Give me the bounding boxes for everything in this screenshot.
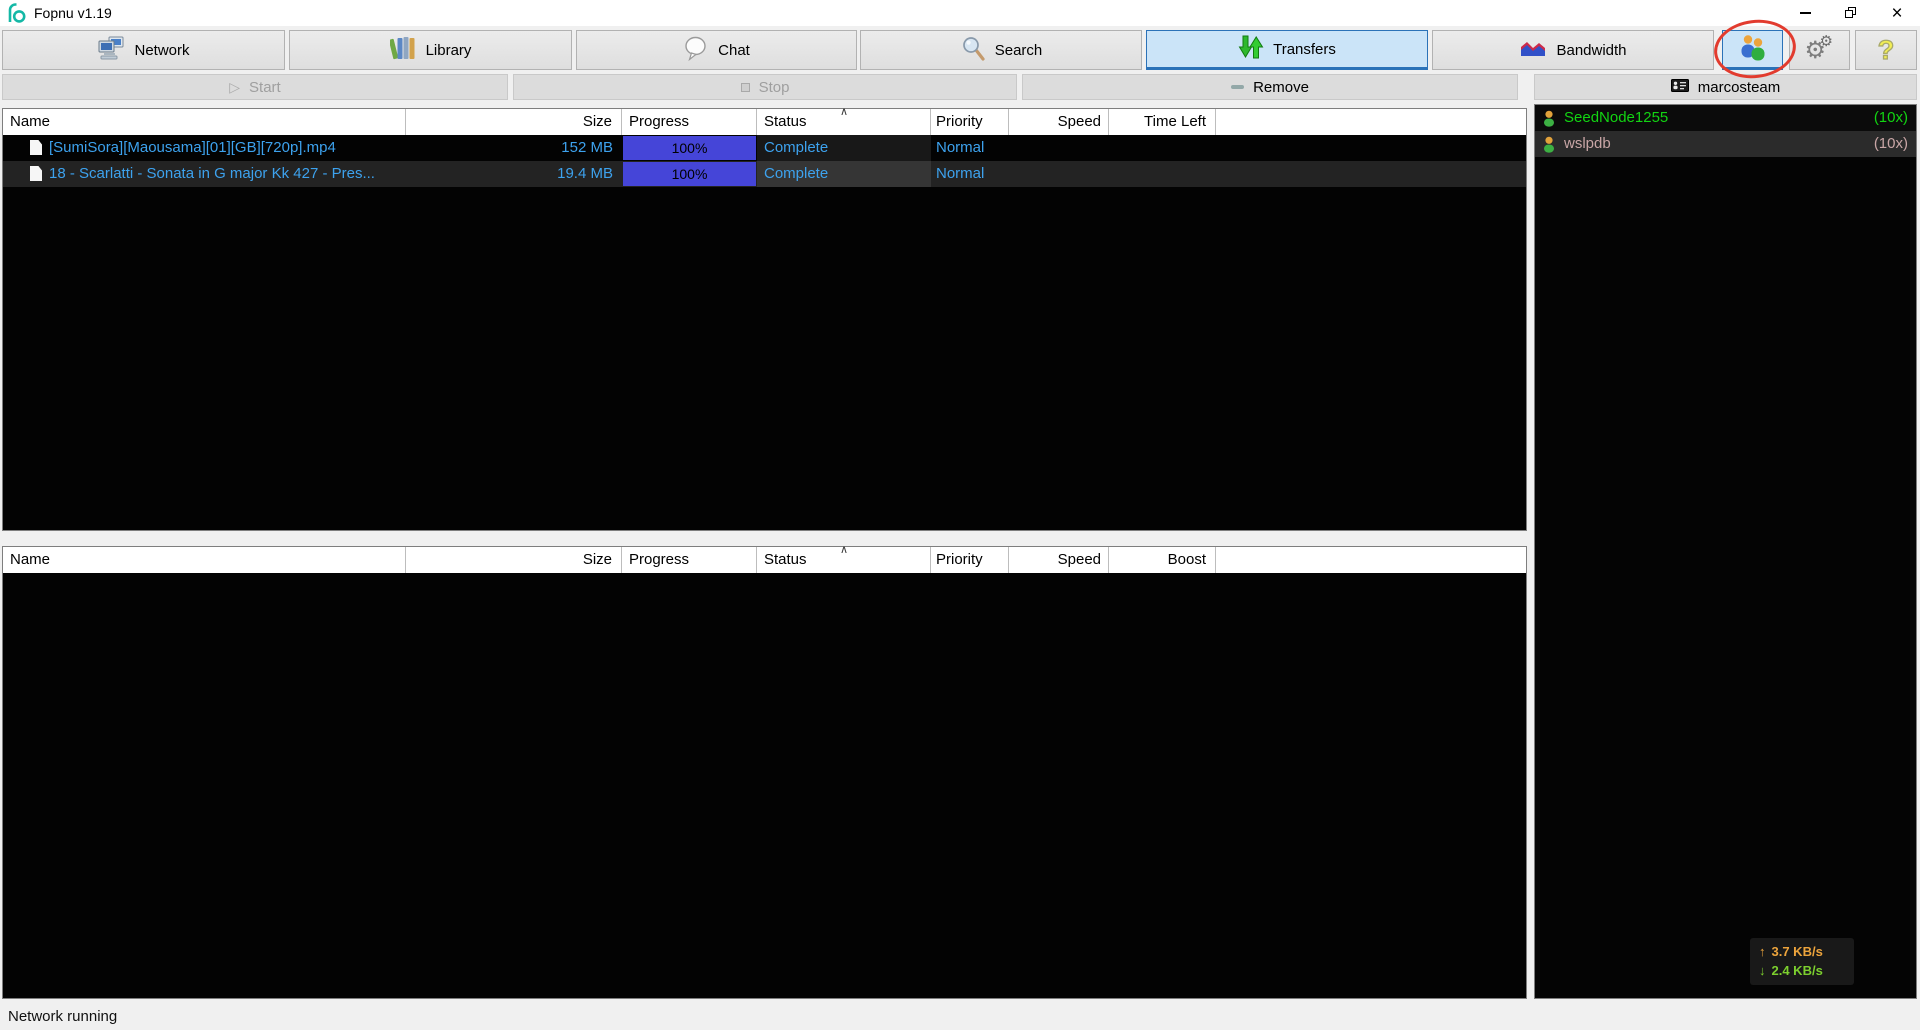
download-status: Complete [757, 161, 931, 187]
download-status: Complete [757, 135, 931, 161]
column-header-progress[interactable]: Progress [622, 109, 757, 135]
column-header-size[interactable]: Size [406, 547, 622, 573]
status-bar: Network running [0, 1004, 1920, 1030]
title-bar: Fopnu v1.19 × [0, 0, 1920, 26]
column-header-name[interactable]: Name [3, 547, 406, 573]
stop-icon [741, 83, 750, 92]
tab-chat[interactable]: Chat [576, 30, 857, 70]
peer-name: SeedNode1255 [1564, 105, 1668, 131]
upload-speed: 3.7 KB/s [1772, 942, 1823, 961]
peer-row[interactable]: wslpdb (10x) [1535, 131, 1916, 157]
download-arrow-icon: ↓ [1759, 961, 1766, 980]
column-header-speed[interactable]: Speed [1009, 547, 1109, 573]
peer-count: (10x) [1874, 131, 1908, 157]
minimize-button[interactable] [1782, 0, 1828, 26]
column-header-size[interactable]: Size [406, 109, 622, 135]
peer-count: (10x) [1874, 105, 1908, 131]
stop-button[interactable]: Stop [513, 74, 1017, 100]
tab-search[interactable]: Search [860, 30, 1142, 70]
app-logo-icon [6, 3, 26, 23]
help-button[interactable]: ? [1855, 30, 1917, 70]
settings-button[interactable]: ⚙ ⚙ [1789, 30, 1850, 70]
transfers-arrows-icon [1238, 34, 1264, 64]
tab-library[interactable]: Library [289, 30, 572, 70]
downloads-panel: Name Size Progress Status Priority Speed… [2, 108, 1527, 531]
column-header-name[interactable]: Name [3, 109, 406, 135]
download-row[interactable]: [SumiSora][Maousama][01][GB][720p].mp4 1… [3, 135, 1526, 161]
person-icon [1542, 136, 1556, 162]
tab-transfers[interactable]: Transfers [1146, 30, 1428, 70]
sort-indicator-icon: ∧ [757, 545, 931, 556]
column-header-priority[interactable]: Priority [931, 109, 1009, 135]
identity-button[interactable]: marcosteam [1534, 74, 1917, 100]
window-title: Fopnu v1.19 [34, 5, 112, 21]
restore-icon [1845, 7, 1857, 19]
remove-icon [1231, 85, 1244, 89]
status-text: Network running [8, 1008, 117, 1025]
progress-bar: 100% [623, 162, 756, 186]
users-icon [1738, 33, 1768, 65]
download-priority: Normal [931, 135, 1009, 161]
file-icon [30, 166, 42, 181]
tab-label: Chat [718, 42, 750, 59]
download-speed: 2.4 KB/s [1772, 961, 1823, 980]
sort-indicator-icon: ∧ [757, 107, 931, 118]
tab-label: Bandwidth [1556, 42, 1626, 59]
chat-bubble-icon [683, 36, 709, 65]
upload-arrow-icon: ↑ [1759, 942, 1766, 961]
tab-label: Search [995, 42, 1043, 59]
peer-row[interactable]: SeedNode1255 (10x) [1535, 105, 1916, 131]
uploads-header: Name Size Progress Status Priority Speed… [3, 547, 1526, 573]
tab-label: Network [134, 42, 189, 59]
app-window: Fopnu v1.19 × Network [0, 0, 1920, 1030]
close-icon: × [1891, 4, 1902, 23]
column-header-speed[interactable]: Speed [1009, 109, 1109, 135]
speed-overlay: ↑ 3.7 KB/s ↓ 2.4 KB/s [1750, 938, 1854, 985]
minimize-icon [1800, 12, 1811, 14]
uploads-panel: Name Size Progress Status Priority Speed… [2, 546, 1527, 999]
file-icon [30, 140, 42, 155]
start-icon: ▷ [229, 80, 240, 94]
tab-network[interactable]: Network [2, 30, 285, 70]
library-icon [390, 35, 417, 65]
column-header-time-left[interactable]: Time Left [1109, 109, 1216, 135]
download-row[interactable]: 18 - Scarlatti - Sonata in G major Kk 42… [3, 161, 1526, 187]
gear-icon: ⚙ ⚙ [1805, 35, 1835, 65]
start-button[interactable]: ▷ Start [2, 74, 508, 100]
progress-bar: 100% [623, 136, 756, 160]
download-size: 152 MB [406, 135, 622, 161]
bandwidth-graph-icon [1519, 38, 1547, 62]
close-button[interactable]: × [1874, 0, 1920, 26]
restore-button[interactable] [1828, 0, 1874, 26]
remove-button[interactable]: Remove [1022, 74, 1518, 100]
peer-name: wslpdb [1564, 131, 1611, 157]
download-size: 19.4 MB [406, 161, 622, 187]
users-button[interactable] [1722, 30, 1783, 70]
network-icon [97, 35, 125, 65]
tab-label: Library [426, 42, 472, 59]
column-header-priority[interactable]: Priority [931, 547, 1009, 573]
contact-card-icon [1671, 79, 1689, 96]
tab-label: Transfers [1273, 41, 1336, 58]
column-header-boost[interactable]: Boost [1109, 547, 1216, 573]
search-icon [960, 35, 986, 65]
downloads-header: Name Size Progress Status Priority Speed… [3, 109, 1526, 135]
column-header-progress[interactable]: Progress [622, 547, 757, 573]
identity-label: marcosteam [1698, 79, 1781, 96]
tab-bandwidth[interactable]: Bandwidth [1432, 30, 1714, 70]
peers-panel: SeedNode1255 (10x) wslpdb (10x) ↑ 3.7 KB… [1534, 104, 1917, 999]
help-icon: ? [1878, 37, 1895, 64]
download-priority: Normal [931, 161, 1009, 187]
